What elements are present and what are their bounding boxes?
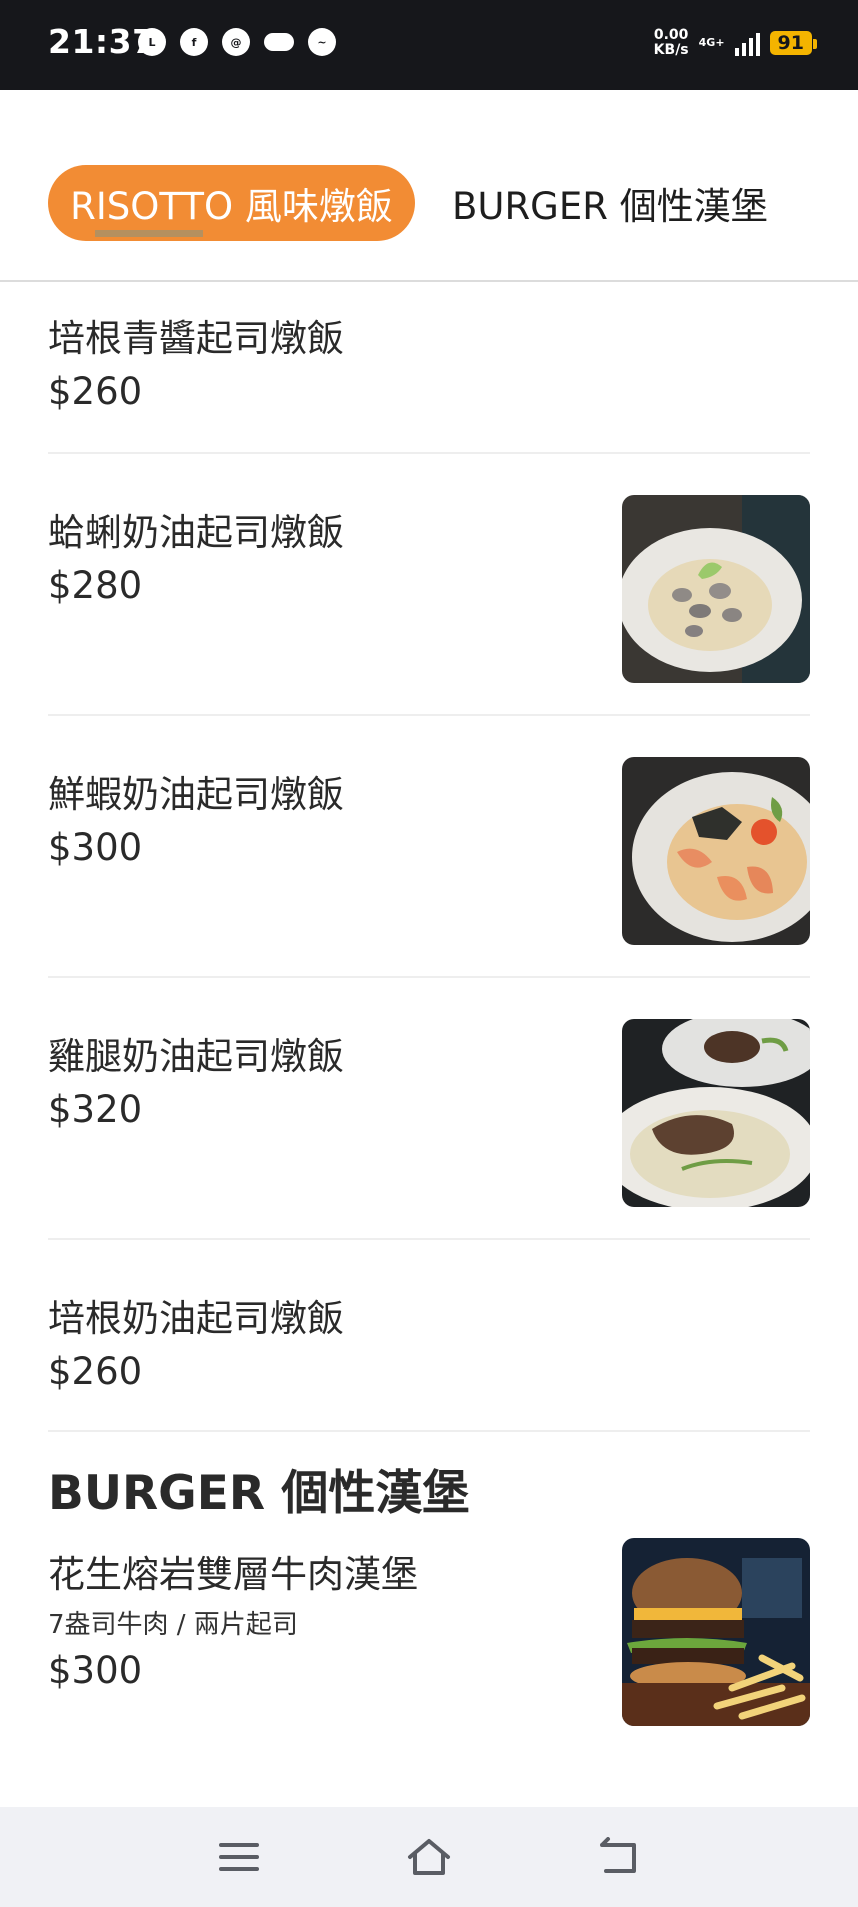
status-right: 0.00 KB/s 4G+ 91 <box>653 27 818 58</box>
chicken-risotto-photo[interactable] <box>622 1019 810 1207</box>
menu-item[interactable]: 花生熔岩雙層牛肉漢堡 7盎司牛肉 / 兩片起司 $300 <box>48 1522 810 1762</box>
cloud-icon <box>264 33 294 51</box>
battery-icon: 91 <box>769 31 818 55</box>
menu-icon[interactable] <box>217 1837 261 1877</box>
system-nav-bar <box>0 1807 858 1907</box>
tab-active-indicator <box>95 230 203 237</box>
menu-item[interactable]: 培根青醬起司燉飯 $260 <box>48 282 810 454</box>
threads-icon: @ <box>222 28 250 56</box>
section-title: BURGER 個性漢堡 <box>48 1466 470 1521</box>
item-name: 培根青醬起司燉飯 <box>48 317 344 360</box>
section-header-burger: BURGER 個性漢堡 <box>0 1432 858 1522</box>
signal-icon <box>734 30 760 56</box>
facebook-icon: f <box>180 28 208 56</box>
burger-photo[interactable] <box>622 1538 810 1726</box>
menu-item[interactable]: 鮮蝦奶油起司燉飯 $300 <box>48 716 810 978</box>
clam-risotto-photo[interactable] <box>622 495 810 683</box>
menu-item[interactable]: 培根奶油起司燉飯 $260 <box>48 1240 810 1432</box>
status-bar: 21:37 L f @ ~ 0.00 KB/s 4G+ 91 <box>0 0 858 90</box>
menu-list: 培根青醬起司燉飯 $260 蛤蜊奶油起司燉飯 $280 鮮蝦奶油起司燉飯 $30… <box>0 282 858 1762</box>
network-type: 4G+ <box>698 36 725 49</box>
category-tab-bar: RISOTTO 風味燉飯 BURGER 個性漢堡 <box>0 90 858 282</box>
line-icon: L <box>138 28 166 56</box>
item-price: $260 <box>48 1350 143 1393</box>
home-icon[interactable] <box>406 1837 450 1877</box>
network-speed: 0.00 KB/s <box>653 27 689 58</box>
tab-burger[interactable]: BURGER 個性漢堡 <box>452 165 768 241</box>
menu-item[interactable]: 雞腿奶油起司燉飯 $320 <box>48 978 810 1240</box>
item-price: $260 <box>48 370 143 413</box>
back-icon[interactable] <box>598 1837 642 1877</box>
shrimp-risotto-photo[interactable] <box>622 757 810 945</box>
item-name: 培根奶油起司燉飯 <box>48 1297 344 1340</box>
messenger-icon: ~ <box>308 28 336 56</box>
notification-icons: L f @ ~ <box>138 28 336 56</box>
menu-item[interactable]: 蛤蜊奶油起司燉飯 $280 <box>48 454 810 716</box>
